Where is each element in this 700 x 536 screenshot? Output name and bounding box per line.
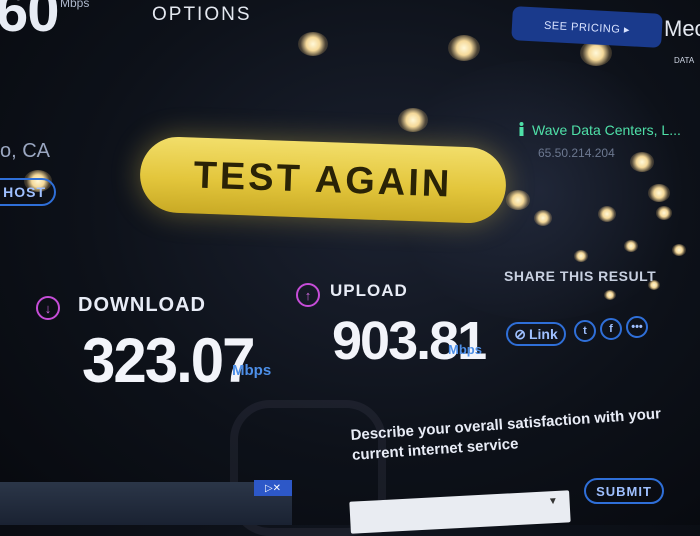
options-menu[interactable]: OPTIONS	[152, 4, 252, 26]
facebook-icon[interactable]: f	[600, 318, 622, 340]
brand-subtext: DATA	[674, 56, 695, 65]
ceiling-light	[672, 244, 686, 256]
upload-label: UPLOAD	[330, 281, 408, 300]
twitter-icon[interactable]: t	[574, 320, 596, 342]
ceiling-light	[534, 210, 552, 226]
download-speed-unit: Mbps	[232, 362, 272, 379]
chevron-down-icon: ▼	[547, 495, 559, 508]
ad-banner[interactable]	[0, 482, 292, 525]
previous-speed-value: 60	[0, 0, 60, 44]
server-name[interactable]: Wave Data Centers, L...	[532, 122, 681, 138]
link-icon: ⊘	[514, 325, 526, 342]
ceiling-light	[298, 32, 328, 56]
brand-fragment: Mec	[664, 16, 700, 41]
satisfaction-prompt: Describe your overall satisfaction with …	[350, 405, 662, 464]
upload-speed-unit: Mbps	[448, 342, 482, 357]
test-again-button[interactable]: TEST AGAIN	[138, 135, 508, 225]
previous-speed-unit: Mbps	[60, 0, 90, 10]
change-host-button[interactable]: HOST	[0, 178, 56, 206]
ceiling-light	[398, 108, 428, 132]
ceiling-light	[598, 206, 616, 222]
ad-choices-icon[interactable]: ▷✕	[254, 480, 292, 496]
ceiling-light	[448, 35, 480, 61]
share-link-label: Link	[528, 326, 558, 342]
server-ip: 65.50.214.204	[538, 146, 615, 160]
isp-location: o, CA	[0, 140, 51, 162]
ceiling-light	[624, 240, 638, 252]
ceiling-light	[656, 206, 672, 220]
upload-speed-value: 903.81	[332, 311, 487, 371]
upload-arrow-icon: ↑	[296, 283, 320, 307]
ceiling-light	[574, 250, 588, 262]
submit-button[interactable]: SUBMIT	[584, 478, 664, 504]
ceiling-light	[630, 152, 654, 172]
download-label: DOWNLOAD	[78, 294, 206, 316]
server-person-icon	[519, 122, 524, 136]
share-link-button[interactable]: ⊘ Link	[506, 322, 566, 346]
ceiling-light	[648, 184, 670, 202]
ceiling-light	[604, 290, 616, 300]
download-speed-value: 323.07	[82, 325, 256, 396]
see-pricing-button[interactable]: SEE PRICING ▸	[511, 6, 663, 48]
more-options-icon[interactable]: •••	[626, 316, 648, 338]
share-result-title: SHARE THIS RESULT	[504, 268, 657, 284]
download-arrow-icon: ↓	[36, 296, 60, 320]
ceiling-light	[506, 190, 530, 210]
